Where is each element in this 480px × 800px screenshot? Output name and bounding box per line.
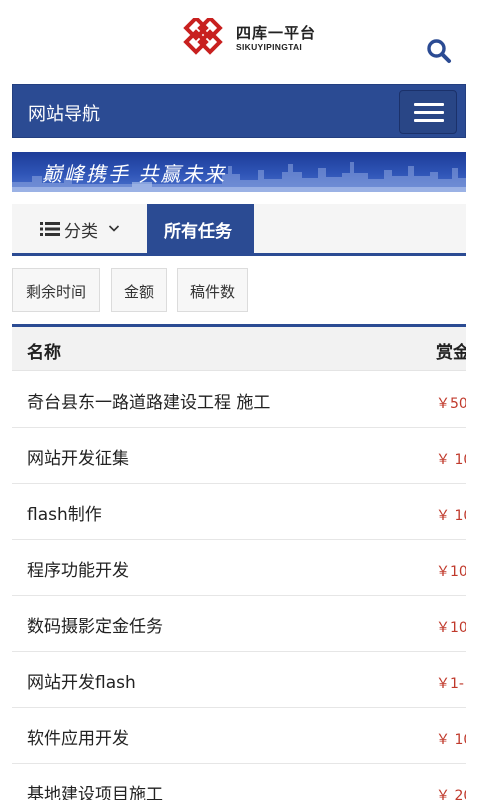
- hamburger-line: [414, 119, 444, 122]
- task-name: 网站开发征集: [27, 449, 129, 469]
- site-logo[interactable]: 四库一平台 SIKUYIPINGTAI: [180, 18, 315, 62]
- column-header-reward: 赏金: [436, 343, 466, 363]
- menu-toggle-button[interactable]: [399, 90, 457, 134]
- task-name: 程序功能开发: [27, 561, 129, 581]
- task-reward: ￥1-: [436, 676, 464, 692]
- table-row[interactable]: 数码摄影定金任务 ￥10: [12, 596, 466, 652]
- navigation-bar: 网站导航: [12, 84, 466, 138]
- tab-category[interactable]: 分类: [12, 204, 146, 253]
- chevron-down-icon: [108, 225, 120, 232]
- table-row[interactable]: 网站开发征集 ￥ 10: [12, 428, 466, 484]
- sort-remaining-time-button[interactable]: 剩余时间: [12, 268, 100, 312]
- tab-category-label: 分类: [64, 222, 98, 242]
- task-name: 软件应用开发: [27, 729, 129, 749]
- tab-all-tasks-label: 所有任务: [164, 222, 232, 242]
- search-icon: [427, 39, 451, 63]
- table-row[interactable]: 网站开发flash ￥1-: [12, 652, 466, 708]
- task-tab-bar: 分类 所有任务: [12, 204, 466, 256]
- task-name: 奇台县东一路道路建设工程 施工: [27, 393, 271, 413]
- nav-title: 网站导航: [28, 104, 100, 125]
- task-reward: ￥ 10: [436, 732, 466, 748]
- hamburger-line: [414, 111, 444, 114]
- tab-all-tasks[interactable]: 所有任务: [147, 204, 254, 253]
- table-row[interactable]: 奇台县东一路道路建设工程 施工 ￥50: [12, 372, 466, 428]
- column-header-name: 名称: [27, 343, 61, 363]
- table-row[interactable]: 基地建设项目施工 ￥ 20: [12, 764, 466, 800]
- table-row[interactable]: flash制作 ￥ 10: [12, 484, 466, 540]
- task-reward: ￥10: [436, 564, 466, 580]
- banner-slogan: 巅峰携手 共赢未来: [42, 162, 227, 186]
- logo-english-text: SIKUYIPINGTAI: [236, 42, 303, 52]
- table-row[interactable]: 软件应用开发 ￥ 10: [12, 708, 466, 764]
- logo-mark-icon: [183, 18, 223, 55]
- task-reward: ￥ 20: [436, 788, 466, 800]
- hamburger-menu-icon: [414, 103, 444, 106]
- table-row[interactable]: 程序功能开发 ￥10: [12, 540, 466, 596]
- task-name: flash制作: [27, 505, 102, 525]
- search-button[interactable]: [426, 38, 452, 64]
- task-name: 基地建设项目施工: [27, 785, 163, 800]
- logo-chinese-text: 四库一平台: [236, 24, 317, 42]
- task-reward: ￥ 10: [436, 508, 466, 524]
- table-header: 名称 赏金: [12, 327, 466, 371]
- task-name: 数码摄影定金任务: [27, 617, 163, 637]
- task-reward: ￥10: [436, 620, 466, 636]
- task-table: 名称 赏金 奇台县东一路道路建设工程 施工 ￥50 网站开发征集 ￥ 10 fl…: [12, 324, 466, 800]
- task-reward: ￥ 10: [436, 452, 466, 468]
- banner-image: 巅峰携手 共赢未来: [12, 152, 466, 192]
- task-name: 网站开发flash: [27, 673, 136, 693]
- sort-submissions-button[interactable]: 稿件数: [177, 268, 248, 312]
- task-reward: ￥50: [436, 396, 466, 412]
- sort-amount-button[interactable]: 金额: [111, 268, 167, 312]
- site-header: 四库一平台 SIKUYIPINGTAI: [0, 0, 480, 82]
- list-icon: [40, 222, 60, 236]
